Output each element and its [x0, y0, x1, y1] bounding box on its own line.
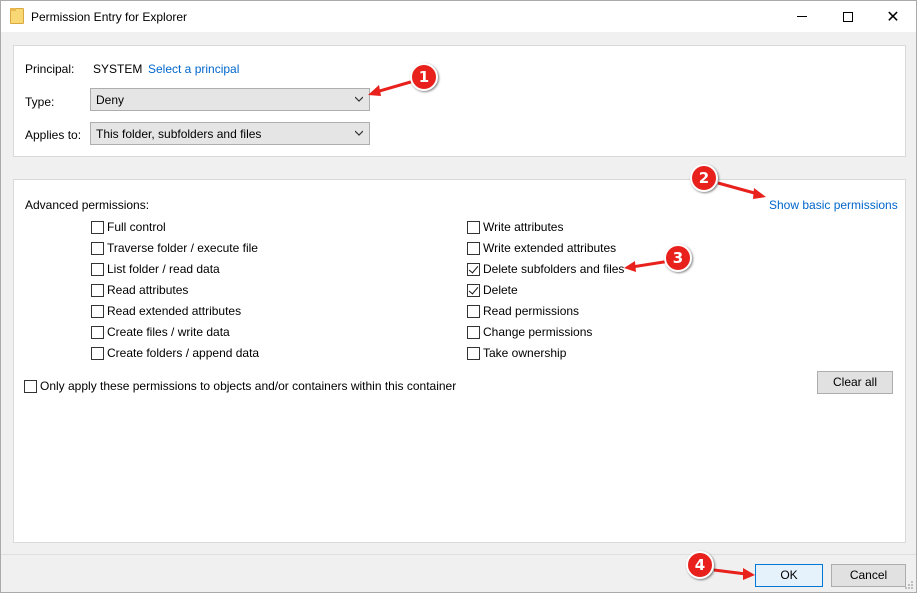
- permission-label: Create folders / append data: [107, 346, 260, 360]
- only-apply-checkbox-row[interactable]: Only apply these permissions to objects …: [24, 378, 456, 394]
- maximize-icon: [843, 11, 853, 22]
- only-apply-checkbox[interactable]: [24, 379, 37, 393]
- permission-label: Delete: [483, 283, 518, 297]
- permission-checkbox[interactable]: [91, 346, 104, 360]
- permission-label: Read attributes: [107, 283, 189, 297]
- permission-label: Read extended attributes: [107, 304, 242, 318]
- minimize-icon: [797, 16, 807, 17]
- permission-label: Read permissions: [483, 304, 580, 318]
- permission-row[interactable]: Write extended attributes: [467, 240, 616, 256]
- applies-to-label: Applies to:: [25, 128, 82, 142]
- permission-checkbox[interactable]: [467, 262, 480, 276]
- ok-button[interactable]: OK: [755, 564, 823, 587]
- clear-all-button[interactable]: Clear all: [817, 371, 893, 394]
- select-principal-link[interactable]: Select a principal: [148, 62, 239, 76]
- annotation-arrow-1: [368, 79, 415, 96]
- annotation-badge-2: 2: [690, 164, 718, 192]
- principal-panel: Principal: SYSTEM Select a principal Typ…: [13, 45, 906, 157]
- permission-row[interactable]: Read extended attributes: [91, 303, 241, 319]
- permission-checkbox[interactable]: [467, 325, 480, 339]
- cancel-button[interactable]: Cancel: [831, 564, 906, 587]
- type-label: Type:: [25, 95, 55, 109]
- permission-checkbox[interactable]: [91, 283, 104, 297]
- permission-checkbox[interactable]: [467, 241, 480, 255]
- advanced-permissions-heading: Advanced permissions:: [25, 198, 150, 212]
- permission-label: List folder / read data: [107, 262, 220, 276]
- permission-checkbox[interactable]: [91, 325, 104, 339]
- annotation-arrow-4: [713, 568, 755, 580]
- permission-row[interactable]: Change permissions: [467, 324, 592, 340]
- folder-icon: [10, 8, 24, 24]
- applies-to-dropdown-value: This folder, subfolders and files: [96, 127, 262, 141]
- permission-checkbox[interactable]: [91, 304, 104, 318]
- annotation-badge-4: 4: [686, 551, 714, 579]
- annotation-badge-3: 3: [664, 244, 692, 272]
- permission-row[interactable]: Delete subfolders and files: [467, 261, 624, 277]
- permission-row[interactable]: Write attributes: [467, 219, 563, 235]
- permission-row[interactable]: List folder / read data: [91, 261, 220, 277]
- permission-label: Take ownership: [483, 346, 567, 360]
- permission-row[interactable]: Take ownership: [467, 345, 566, 361]
- permission-row[interactable]: Read attributes: [91, 282, 188, 298]
- minimize-button[interactable]: [779, 1, 825, 32]
- type-dropdown-value: Deny: [96, 93, 125, 107]
- permission-label: Traverse folder / execute file: [107, 241, 258, 255]
- annotation-badge-1: 1: [410, 63, 438, 91]
- only-apply-label: Only apply these permissions to objects …: [40, 379, 457, 393]
- close-icon: ✕: [886, 6, 900, 26]
- advanced-permissions-panel: Advanced permissions: Show basic permiss…: [13, 179, 906, 543]
- applies-to-dropdown[interactable]: This folder, subfolders and files: [90, 122, 370, 145]
- permission-row[interactable]: Traverse folder / execute file: [91, 240, 258, 256]
- type-dropdown[interactable]: Deny: [90, 88, 370, 111]
- principal-label: Principal:: [25, 62, 75, 76]
- permission-row[interactable]: Create folders / append data: [91, 345, 259, 361]
- permission-label: Create files / write data: [107, 325, 230, 339]
- show-basic-permissions-link[interactable]: Show basic permissions: [769, 198, 898, 212]
- permission-checkbox[interactable]: [467, 304, 480, 318]
- principal-value: SYSTEM: [93, 62, 143, 76]
- permission-label: Write extended attributes: [483, 241, 617, 255]
- permission-checkbox[interactable]: [467, 346, 480, 360]
- permission-checkbox[interactable]: [467, 283, 480, 297]
- permission-checkbox[interactable]: [91, 241, 104, 255]
- permission-checkbox[interactable]: [467, 220, 480, 234]
- annotation-arrow-2: [717, 181, 766, 199]
- footer-divider: [1, 554, 916, 555]
- chevron-down-icon: [355, 96, 363, 102]
- close-button[interactable]: ✕: [870, 1, 916, 32]
- chevron-down-icon: [355, 130, 363, 136]
- permission-row[interactable]: Delete: [467, 282, 518, 298]
- resize-grip-icon[interactable]: [904, 580, 914, 590]
- window-title: Permission Entry for Explorer: [31, 10, 188, 24]
- permission-label: Change permissions: [483, 325, 593, 339]
- permission-row[interactable]: Full control: [91, 219, 166, 235]
- permission-label: Delete subfolders and files: [483, 262, 625, 276]
- permission-row[interactable]: Create files / write data: [91, 324, 230, 340]
- permission-checkbox[interactable]: [91, 262, 104, 276]
- permission-checkbox[interactable]: [91, 220, 104, 234]
- permission-label: Write attributes: [483, 220, 564, 234]
- title-bar[interactable]: Permission Entry for Explorer ✕: [1, 1, 916, 32]
- maximize-button[interactable]: [825, 1, 871, 32]
- permission-label: Full control: [107, 220, 166, 234]
- permission-row[interactable]: Read permissions: [467, 303, 579, 319]
- permission-entry-dialog: Permission Entry for Explorer ✕ Principa…: [0, 0, 917, 593]
